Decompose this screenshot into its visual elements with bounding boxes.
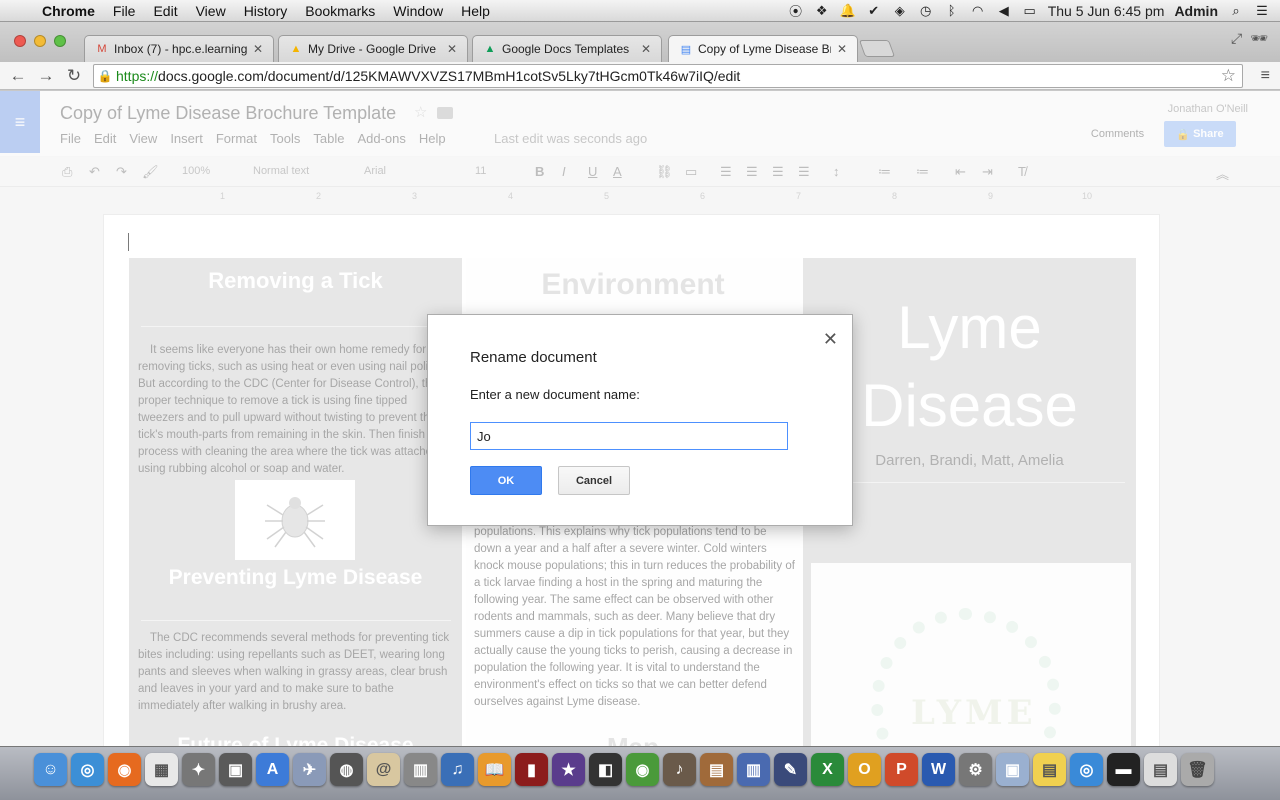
tab-lyme-doc[interactable]: ▤ Copy of Lyme Disease Broch ✕ bbox=[668, 35, 858, 62]
firefox-icon[interactable]: ◉ bbox=[108, 753, 141, 786]
close-tab-icon[interactable]: ✕ bbox=[837, 42, 847, 56]
document-name-input[interactable] bbox=[470, 422, 788, 450]
tab-gmail[interactable]: M Inbox (7) - hpc.e.learning@ ✕ bbox=[84, 35, 274, 62]
app-store-icon[interactable]: A bbox=[256, 753, 289, 786]
volume-icon[interactable]: ◀ bbox=[996, 3, 1012, 18]
dashboard-icon[interactable]: ▦ bbox=[145, 753, 178, 786]
minimize-window-button[interactable] bbox=[34, 35, 46, 47]
spotlight-search-icon[interactable]: ⌕ bbox=[1228, 3, 1244, 18]
dialog-title: Rename document bbox=[470, 349, 597, 366]
back-icon[interactable]: ← bbox=[4, 66, 32, 86]
chrome-menu-icon[interactable]: ≡ bbox=[1261, 67, 1270, 85]
forward-icon[interactable]: → bbox=[32, 66, 60, 86]
wifi-icon[interactable]: ◠ bbox=[970, 3, 986, 18]
dropbox-icon[interactable]: ❖ bbox=[814, 3, 830, 18]
menu-app-chrome[interactable]: Chrome bbox=[40, 3, 104, 19]
trash-icon[interactable]: 🗑 bbox=[1181, 753, 1214, 786]
new-tab-button[interactable] bbox=[858, 40, 896, 57]
menu-view[interactable]: View bbox=[187, 3, 235, 19]
preview-icon[interactable]: ✈ bbox=[293, 753, 326, 786]
bell-icon[interactable]: 🔔 bbox=[840, 3, 856, 18]
system-preferences-icon[interactable]: ⚙ bbox=[959, 753, 992, 786]
window-controls bbox=[14, 35, 66, 47]
menu-history[interactable]: History bbox=[235, 3, 297, 19]
imovie-icon[interactable]: ★ bbox=[552, 753, 585, 786]
chrome-tab-strip: M Inbox (7) - hpc.e.learning@ ✕ ▲ My Dri… bbox=[0, 22, 1280, 62]
drive-icon: ▲ bbox=[484, 43, 496, 55]
menubar-user[interactable]: Admin bbox=[1174, 3, 1218, 19]
time-machine-icon[interactable]: ◷ bbox=[918, 3, 934, 18]
zoom-window-button[interactable] bbox=[54, 35, 66, 47]
url-scheme: https:// bbox=[116, 68, 159, 84]
terminal-icon[interactable]: ▬ bbox=[1107, 753, 1140, 786]
finder-icon[interactable]: ☺ bbox=[34, 753, 67, 786]
reload-icon[interactable]: ↻ bbox=[60, 66, 88, 86]
bookmark-star-icon[interactable]: ☆ bbox=[1221, 66, 1236, 86]
outlook-icon[interactable]: O bbox=[848, 753, 881, 786]
close-tab-icon[interactable]: ✕ bbox=[447, 42, 457, 56]
quicktime-icon[interactable]: ◎ bbox=[1070, 753, 1103, 786]
address-bar[interactable]: 🔒 https:// docs.google.com/document/d/12… bbox=[93, 64, 1243, 88]
final-cut-icon[interactable]: ◧ bbox=[589, 753, 622, 786]
menu-edit[interactable]: Edit bbox=[144, 3, 186, 19]
numbers-icon[interactable]: ▥ bbox=[737, 753, 770, 786]
rename-document-dialog: Rename document ✕ Enter a new document n… bbox=[427, 314, 853, 526]
close-tab-icon[interactable]: ✕ bbox=[641, 42, 651, 56]
menu-bookmarks[interactable]: Bookmarks bbox=[296, 3, 384, 19]
fullscreen-icon[interactable]: ⤢ bbox=[1231, 30, 1242, 47]
powerpoint-icon[interactable]: P bbox=[885, 753, 918, 786]
photo-booth-icon[interactable]: ▮ bbox=[515, 753, 548, 786]
safari-icon[interactable]: ◎ bbox=[71, 753, 104, 786]
close-icon[interactable]: ✕ bbox=[823, 329, 838, 350]
screenshot-icon[interactable]: ▣ bbox=[996, 753, 1029, 786]
stickies-icon[interactable]: ▤ bbox=[1033, 753, 1066, 786]
close-tab-icon[interactable]: ✕ bbox=[253, 42, 263, 56]
garageband-icon[interactable]: ♪ bbox=[663, 753, 696, 786]
gmail-icon: M bbox=[97, 43, 107, 55]
excel-icon[interactable]: X bbox=[811, 753, 844, 786]
tab-drive[interactable]: ▲ My Drive - Google Drive ✕ bbox=[278, 35, 468, 62]
camera-icon[interactable]: ◍ bbox=[330, 753, 363, 786]
notification-center-icon[interactable]: ☰ bbox=[1254, 3, 1270, 18]
ok-button[interactable]: OK bbox=[470, 466, 542, 495]
documents-stack-icon[interactable]: ▤ bbox=[1144, 753, 1177, 786]
mac-menubar: Chrome File Edit View History Bookmarks … bbox=[0, 0, 1280, 22]
word-icon[interactable]: W bbox=[922, 753, 955, 786]
menu-help[interactable]: Help bbox=[452, 3, 499, 19]
drive-icon: ▲ bbox=[290, 43, 302, 55]
utility-icon[interactable]: ▣ bbox=[219, 753, 252, 786]
keynote-icon[interactable]: ▤ bbox=[700, 753, 733, 786]
chrome-icon[interactable]: ◉ bbox=[626, 753, 659, 786]
battery-icon[interactable]: ▭ bbox=[1022, 3, 1038, 18]
check-icon[interactable]: ✔ bbox=[866, 3, 882, 18]
layers-icon[interactable]: ◈ bbox=[892, 3, 908, 18]
browser-toolbar: ← → ↻ 🔒 https:// docs.google.com/documen… bbox=[0, 62, 1280, 90]
close-window-button[interactable] bbox=[14, 35, 26, 47]
calculator-icon[interactable]: ▥ bbox=[404, 753, 437, 786]
record-icon[interactable]: ⦿ bbox=[788, 4, 804, 19]
xcode-icon[interactable]: ✎ bbox=[774, 753, 807, 786]
menubar-clock[interactable]: Thu 5 Jun 6:45 pm bbox=[1048, 3, 1165, 19]
itunes-icon[interactable]: ♫ bbox=[441, 753, 474, 786]
mail-stamp-icon[interactable]: @ bbox=[367, 753, 400, 786]
mac-dock: ☺ ◎ ◉ ▦ ✦ ▣ A ✈ ◍ @ ▥ ♫ 📖 ▮ ★ ◧ ◉ ♪ ▤ ▥ … bbox=[0, 746, 1280, 800]
launchpad-icon[interactable]: ✦ bbox=[182, 753, 215, 786]
cancel-button[interactable]: Cancel bbox=[558, 466, 630, 495]
incognito-icon: 🕶 bbox=[1250, 30, 1268, 46]
menu-file[interactable]: File bbox=[104, 3, 145, 19]
ibooks-icon[interactable]: 📖 bbox=[478, 753, 511, 786]
lock-icon[interactable]: 🔒 bbox=[94, 69, 116, 83]
dialog-prompt: Enter a new document name: bbox=[470, 387, 640, 402]
bluetooth-icon[interactable]: ᛒ bbox=[944, 3, 960, 18]
url-path: docs.google.com/document/d/125KMAWVXVZS1… bbox=[158, 68, 741, 84]
menu-window[interactable]: Window bbox=[384, 3, 452, 19]
docs-icon: ▤ bbox=[680, 43, 692, 56]
tab-docs-templates[interactable]: ▲ Google Docs Templates ✕ bbox=[472, 35, 662, 62]
